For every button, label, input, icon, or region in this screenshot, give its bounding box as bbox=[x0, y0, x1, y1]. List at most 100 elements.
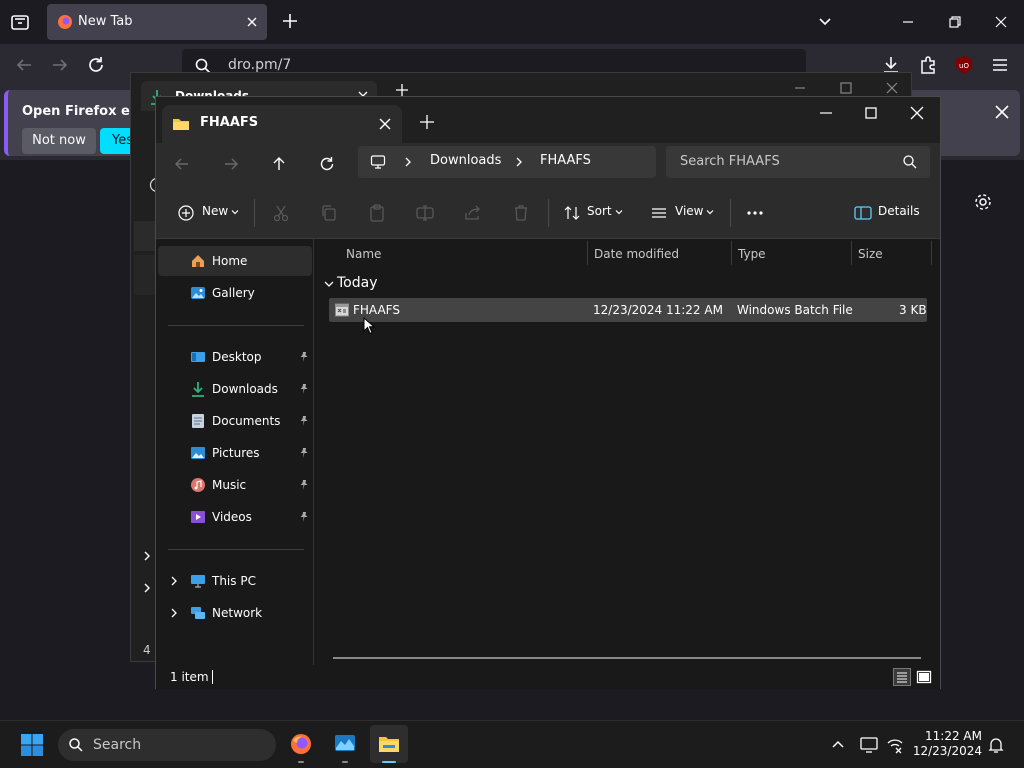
sidebar-item-gallery[interactable]: Gallery bbox=[158, 278, 312, 308]
new-tab-icon[interactable] bbox=[280, 11, 300, 31]
column-header-size[interactable]: Size bbox=[858, 247, 883, 261]
taskbar-search[interactable]: Search bbox=[58, 729, 276, 761]
sidebar-item-label: Desktop bbox=[212, 350, 262, 364]
tab-list-chevron-icon[interactable] bbox=[815, 12, 835, 32]
refresh-icon[interactable] bbox=[317, 154, 337, 174]
minimize-icon[interactable] bbox=[816, 103, 836, 123]
paste-icon[interactable] bbox=[367, 203, 387, 223]
restore-icon[interactable] bbox=[945, 12, 965, 32]
view-icon[interactable] bbox=[649, 203, 669, 223]
close-window-icon[interactable] bbox=[883, 79, 901, 97]
list-all-tabs-icon[interactable] bbox=[8, 10, 32, 34]
forward-icon[interactable] bbox=[221, 154, 241, 174]
new-button[interactable]: New bbox=[202, 204, 228, 218]
horizontal-scrollbar[interactable] bbox=[333, 657, 921, 659]
music-icon bbox=[191, 478, 205, 492]
close-window-icon[interactable] bbox=[991, 12, 1011, 32]
windows-start-icon[interactable] bbox=[20, 733, 44, 757]
sidebar-item-music[interactable]: Music bbox=[158, 470, 312, 500]
back-icon[interactable] bbox=[172, 154, 192, 174]
pin-icon[interactable] bbox=[298, 415, 310, 427]
expand-chevron-icon[interactable] bbox=[168, 575, 180, 587]
sidebar-item-home[interactable]: Home bbox=[158, 246, 312, 276]
sidebar-item-pictures[interactable]: Pictures bbox=[158, 438, 312, 468]
forward-icon[interactable] bbox=[48, 53, 72, 77]
pin-icon[interactable] bbox=[298, 351, 310, 363]
reload-icon[interactable] bbox=[84, 53, 108, 77]
large-icons-view-icon[interactable] bbox=[915, 668, 933, 686]
details-button[interactable]: Details bbox=[878, 204, 920, 218]
minimize-icon[interactable] bbox=[791, 79, 809, 97]
details-pane-icon[interactable] bbox=[853, 203, 873, 223]
sidebar-item-videos[interactable]: Videos bbox=[158, 502, 312, 532]
view-button[interactable]: View bbox=[675, 204, 703, 218]
breadcrumb-fhaafs[interactable]: FHAAFS bbox=[540, 153, 591, 168]
back-icon[interactable] bbox=[12, 53, 36, 77]
column-header-name[interactable]: Name bbox=[346, 247, 381, 261]
search-box[interactable]: Search FHAAFS bbox=[666, 146, 930, 178]
up-icon[interactable] bbox=[269, 154, 289, 174]
column-divider[interactable] bbox=[851, 241, 852, 265]
details-view-icon[interactable] bbox=[893, 668, 911, 686]
taskbar-firefox[interactable] bbox=[282, 725, 320, 763]
copy-icon[interactable] bbox=[319, 203, 339, 223]
pin-icon[interactable] bbox=[298, 447, 310, 459]
menu-icon[interactable] bbox=[988, 53, 1012, 77]
notification-bell-icon[interactable] bbox=[986, 735, 1006, 755]
command-bar: New Sort View Details bbox=[156, 187, 940, 239]
close-window-icon[interactable] bbox=[907, 103, 927, 123]
sort-icon[interactable] bbox=[562, 203, 582, 223]
maximize-icon[interactable] bbox=[837, 79, 855, 97]
expand-chevron-icon[interactable] bbox=[140, 581, 154, 595]
sidebar-item-desktop[interactable]: Desktop bbox=[158, 342, 312, 372]
column-divider[interactable] bbox=[587, 241, 588, 265]
column-divider[interactable] bbox=[731, 241, 732, 265]
new-tab-icon[interactable] bbox=[418, 113, 436, 131]
close-tab-icon[interactable] bbox=[243, 13, 261, 31]
ublock-icon[interactable]: uO bbox=[952, 53, 976, 77]
chevron-right-icon[interactable] bbox=[513, 155, 525, 169]
pin-icon[interactable] bbox=[298, 511, 310, 523]
sidebar-item-label: Network bbox=[212, 606, 263, 620]
sidebar-item-this-pc[interactable]: This PC bbox=[158, 566, 312, 596]
maximize-icon[interactable] bbox=[861, 103, 881, 123]
chevron-right-icon[interactable] bbox=[402, 155, 414, 169]
search-icon bbox=[69, 738, 83, 752]
firefox-tab-new-tab[interactable]: New Tab bbox=[47, 4, 267, 40]
taskbar-file-explorer[interactable] bbox=[370, 725, 408, 763]
breadcrumb-downloads[interactable]: Downloads bbox=[430, 153, 501, 168]
rename-icon[interactable] bbox=[415, 203, 435, 223]
divider bbox=[168, 325, 304, 326]
pin-icon[interactable] bbox=[298, 479, 310, 491]
sidebar-item-downloads[interactable]: Downloads bbox=[158, 374, 312, 404]
sidebar-item-documents[interactable]: Documents bbox=[158, 406, 312, 436]
table-row[interactable]: FHAAFS 12/23/2024 11:22 AM Windows Batch… bbox=[329, 298, 927, 322]
more-options-icon[interactable] bbox=[745, 203, 765, 223]
delete-icon[interactable] bbox=[511, 203, 531, 223]
expand-chevron-icon[interactable] bbox=[168, 607, 180, 619]
expand-chevron-icon[interactable] bbox=[140, 549, 154, 563]
pin-icon[interactable] bbox=[298, 383, 310, 395]
chevron-up-icon[interactable] bbox=[828, 735, 848, 755]
sort-button[interactable]: Sort bbox=[587, 204, 612, 218]
column-header-date[interactable]: Date modified bbox=[594, 247, 679, 261]
address-bar[interactable]: Downloads FHAAFS bbox=[358, 146, 656, 178]
fhaafs-tab[interactable]: FHAAFS bbox=[162, 105, 402, 143]
taskbar-app[interactable] bbox=[326, 725, 364, 763]
not-now-button[interactable]: Not now bbox=[22, 128, 96, 154]
cut-icon[interactable] bbox=[271, 203, 291, 223]
close-notification-icon[interactable] bbox=[992, 102, 1012, 122]
close-tab-icon[interactable] bbox=[377, 116, 393, 132]
column-header-type[interactable]: Type bbox=[738, 247, 766, 261]
clock-date: 12/23/2024 bbox=[912, 744, 982, 758]
sidebar-item-network[interactable]: Network bbox=[158, 598, 312, 628]
clock[interactable]: 11:22 AM 12/23/2024 bbox=[900, 729, 982, 759]
column-divider[interactable] bbox=[931, 241, 932, 265]
minimize-icon[interactable] bbox=[898, 12, 918, 32]
new-icon[interactable] bbox=[176, 203, 196, 223]
sidebar-item-label: Videos bbox=[212, 510, 252, 524]
share-icon[interactable] bbox=[463, 203, 483, 223]
display-icon[interactable] bbox=[859, 735, 879, 755]
extensions-icon[interactable] bbox=[916, 53, 940, 77]
settings-gear-icon[interactable] bbox=[973, 192, 993, 212]
